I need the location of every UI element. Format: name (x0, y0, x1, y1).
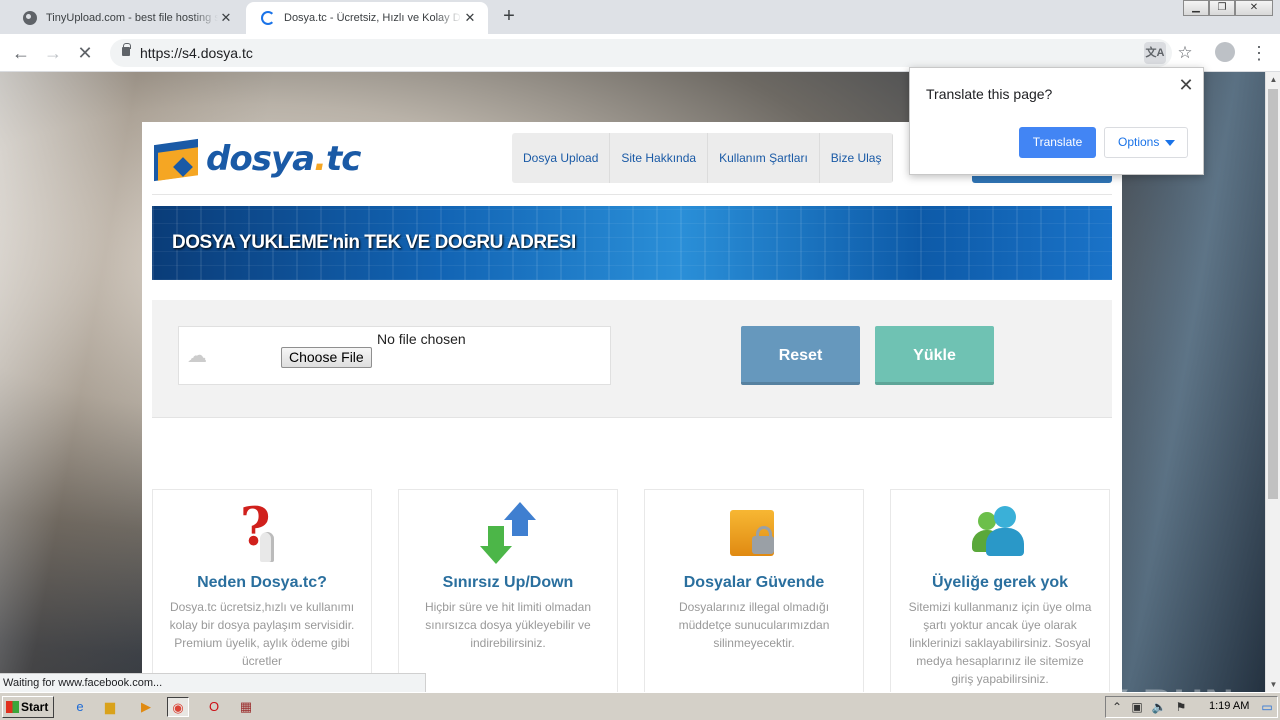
nav-bize-ulas[interactable]: Bize Ulaş (820, 133, 894, 183)
feature-title: Sınırsız Up/Down (442, 574, 574, 591)
feature-text: Hiçbir süre ve hit limiti olmadan sınırs… (424, 600, 592, 650)
translate-icon[interactable]: 文A (1144, 42, 1166, 64)
bookmark-star-icon[interactable]: ☆ (1174, 42, 1196, 64)
site-container: dosya.tc Dosya Upload Site Hakkında Kull… (142, 122, 1122, 692)
options-dropdown[interactable]: Options (1104, 127, 1188, 158)
options-label: Options (1118, 135, 1160, 149)
restore-button[interactable]: ❐ (1209, 0, 1235, 16)
new-tab-button[interactable]: + (498, 6, 520, 28)
anyrun-watermark: ANY RUN (1040, 682, 1236, 692)
url-text[interactable]: https://s4.dosya.tc (140, 45, 253, 61)
globe-icon (22, 10, 38, 26)
opera-icon[interactable]: O (203, 697, 225, 717)
scroll-down-icon[interactable]: ▼ (1266, 677, 1280, 692)
window-close-button[interactable]: ✕ (1235, 0, 1273, 16)
translate-button[interactable]: Translate (1019, 127, 1096, 158)
header-divider (152, 194, 1112, 195)
feature-text: Sitemizi kullanmanız için üye olma şartı… (908, 600, 1092, 686)
forward-icon[interactable]: → (41, 41, 65, 65)
feature-title: Dosyalar Güvende (683, 574, 825, 591)
flag-icon[interactable]: ⚑ (1173, 699, 1189, 715)
page-scrollbar[interactable]: ▲ ▼ (1265, 72, 1280, 692)
tab-dosya[interactable]: Dosya.tc - Ücretsiz, Hızlı ve Kolay Do ✕ (246, 2, 488, 34)
status-bubble: Waiting for www.facebook.com... (0, 673, 426, 692)
clock[interactable]: 1:19 AM (1209, 700, 1249, 712)
choose-file-button[interactable]: Choose File (281, 347, 372, 368)
media-player-icon[interactable]: ▶ (135, 697, 157, 717)
translate-question: Translate this page? (926, 86, 1053, 102)
tab-title: Dosya.tc - Ücretsiz, Hızlı ve Kolay Do (284, 12, 462, 24)
logo-wordmark: dosya.tc (206, 139, 361, 179)
feature-text: Dosya.tc ücretsiz,hızlı ve kullanımı kol… (169, 600, 355, 668)
taskbar: Start e ▆ ▶ ◉ O ▦ ⌃ ▣ 🔈 ⚑ 1:19 AM ▭ (0, 692, 1280, 720)
hero-banner: DOSYA YUKLEME'nin TEK VE DOGRU ADRESI (152, 206, 1112, 280)
translate-popup: Translate this page? ✕ Translate Options (909, 67, 1204, 175)
upload-button[interactable]: Yükle (875, 326, 994, 385)
profile-avatar-icon[interactable] (1215, 42, 1235, 62)
tab-title: TinyUpload.com - best file hosting so (46, 12, 218, 24)
chevron-down-icon (1165, 140, 1175, 146)
main-nav: Dosya Upload Site Hakkında Kullanım Şart… (512, 133, 894, 183)
address-bar[interactable]: https://s4.dosya.tc 文A ☆ (110, 39, 1193, 67)
feature-title: Neden Dosya.tc? (197, 574, 327, 591)
up-down-arrows-icon (478, 502, 538, 566)
scroll-thumb[interactable] (1268, 89, 1278, 499)
start-label: Start (21, 700, 49, 714)
nav-site-hakkinda[interactable]: Site Hakkında (610, 133, 709, 183)
nav-dosya-upload[interactable]: Dosya Upload (512, 133, 611, 183)
minimize-button[interactable]: ▁ (1183, 0, 1209, 16)
upload-panel: ☁ No file chosen Choose File Reset Yükle (152, 300, 1112, 418)
tab-tinyupload[interactable]: TinyUpload.com - best file hosting so ✕ (8, 2, 244, 34)
locked-folder-icon (724, 502, 784, 566)
winrar-icon[interactable]: ▦ (235, 697, 257, 717)
system-tray: ⌃ ▣ 🔈 ⚑ 1:19 AM ▭ (1105, 696, 1278, 718)
feature-card-sinirsiz: Sınırsız Up/Down Hiçbir süre ve hit limi… (398, 489, 618, 692)
question-icon: ? (232, 502, 292, 566)
close-icon[interactable]: ✕ (218, 10, 234, 26)
close-icon[interactable]: ✕ (1177, 76, 1195, 94)
feature-card-uyelik: Üyeliğe gerek yok Sitemizi kullanmanız i… (890, 489, 1110, 692)
reset-button[interactable]: Reset (741, 326, 860, 385)
tray-expand-icon[interactable]: ⌃ (1109, 699, 1125, 715)
logo-mark-icon (154, 136, 204, 182)
close-icon[interactable]: ✕ (462, 10, 478, 26)
nav-login-button[interactable] (972, 176, 1112, 183)
chrome-icon[interactable]: ◉ (167, 697, 189, 717)
folder-icon[interactable]: ▆ (99, 697, 121, 717)
show-desktop-icon[interactable]: ▭ (1259, 699, 1275, 715)
feature-card-guvende: Dosyalar Güvende Dosyalarınız illegal ol… (644, 489, 864, 692)
tab-strip: TinyUpload.com - best file hosting so ✕ … (0, 0, 1280, 34)
file-input-box[interactable]: ☁ No file chosen Choose File (178, 326, 611, 385)
network-icon[interactable]: ▣ (1129, 699, 1145, 715)
volume-icon[interactable]: 🔈 (1151, 699, 1167, 715)
banner-text: DOSYA YUKLEME'nin TEK VE DOGRU ADRESI (172, 232, 576, 253)
feature-title: Üyeliğe gerek yok (931, 574, 1069, 591)
loading-spinner-icon (260, 10, 276, 26)
users-icon (970, 502, 1030, 566)
cloud-upload-icon: ☁ (187, 345, 207, 367)
no-file-chosen-label: No file chosen (377, 331, 466, 347)
menu-dots-icon[interactable]: ⋮ (1250, 41, 1268, 65)
back-icon[interactable]: ← (9, 41, 33, 65)
feature-card-neden: ? Neden Dosya.tc? Dosya.tc ücretsiz,hızl… (152, 489, 372, 692)
scroll-up-icon[interactable]: ▲ (1266, 72, 1280, 87)
ie-icon[interactable]: e (69, 697, 91, 717)
lock-icon[interactable] (122, 43, 131, 56)
start-button[interactable]: Start (2, 696, 54, 718)
site-logo[interactable]: dosya.tc (154, 134, 361, 184)
stop-loading-icon[interactable]: ✕ (73, 41, 97, 65)
nav-kullanim-sartlari[interactable]: Kullanım Şartları (708, 133, 820, 183)
windows-flag-icon (6, 701, 19, 713)
feature-text: Dosyalarınız illegal olmadığı müddetçe s… (678, 600, 830, 650)
